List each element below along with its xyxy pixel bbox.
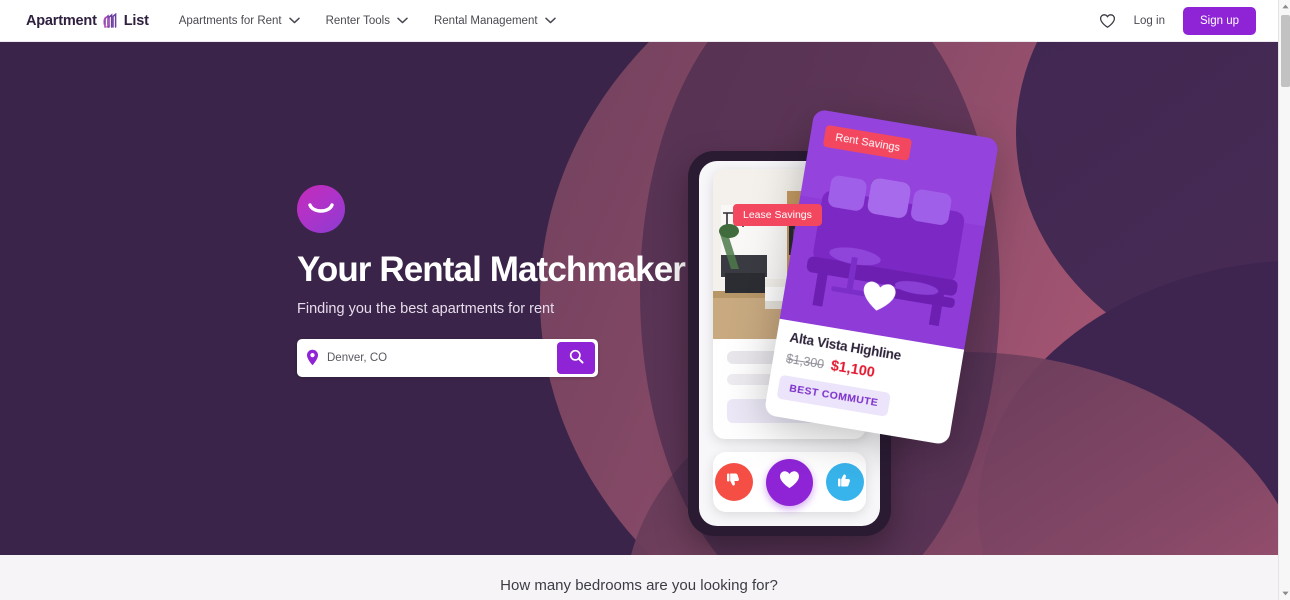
brand-name-first: Apartment	[26, 12, 97, 29]
location-search-bar[interactable]	[297, 338, 598, 377]
thumbs-up-icon	[837, 472, 853, 493]
page-scrollbar[interactable]	[1278, 0, 1290, 600]
hero-copy-block: Your Rental Matchmaker Finding you the b…	[297, 185, 717, 377]
apartment-list-logo-icon	[102, 12, 119, 29]
listing-price-original: $1,300	[785, 351, 826, 372]
chevron-down-icon	[288, 15, 300, 27]
search-icon	[569, 349, 584, 367]
smile-arc	[308, 202, 334, 220]
smiley-face-avatar-icon	[297, 185, 345, 233]
nav-right-actions: Log in Sign up	[1099, 6, 1256, 35]
search-submit-button[interactable]	[557, 341, 595, 374]
lease-savings-badge: Lease Savings	[733, 204, 822, 226]
chevron-down-icon	[397, 15, 408, 27]
brand-name-second: List	[123, 12, 149, 29]
hero-section: Your Rental Matchmaker Finding you the b…	[0, 42, 1278, 555]
brand-logo[interactable]: Apartment List	[26, 12, 149, 29]
top-navigation-bar: Apartment List Apartments for Rent Rente…	[0, 0, 1278, 42]
page-title: Your Rental Matchmaker	[297, 250, 686, 289]
phone-mockup: Lease Savings Rent Savings Alta Vista Hi…	[688, 106, 1000, 536]
hero-subheading: Finding you the best apartments for rent	[297, 300, 555, 317]
bedrooms-question-text: How many bedrooms are you looking for?	[500, 577, 778, 594]
heart-filled-icon	[779, 470, 800, 494]
login-link[interactable]: Log in	[1134, 15, 1165, 27]
scroll-up-arrow-icon[interactable]	[1279, 0, 1290, 13]
nav-item-label: Apartments for Rent	[178, 14, 282, 27]
signup-button[interactable]: Sign up	[1182, 6, 1256, 35]
scroll-down-arrow-icon[interactable]	[1279, 587, 1290, 600]
like-button[interactable]	[826, 463, 864, 501]
scrollbar-thumb[interactable]	[1281, 15, 1290, 87]
bedrooms-question-section: How many bedrooms are you looking for?	[0, 555, 1278, 600]
heart-outline-icon[interactable]	[1099, 13, 1116, 29]
heart-filled-icon[interactable]	[858, 278, 897, 319]
location-pin-icon	[306, 349, 319, 366]
chevron-down-icon	[544, 15, 556, 27]
swipe-action-bar	[713, 452, 866, 512]
nav-item-rental-management[interactable]: Rental Management	[434, 15, 556, 27]
thumbs-down-icon	[726, 472, 742, 493]
nav-item-renter-tools[interactable]: Renter Tools	[326, 15, 408, 27]
nav-item-label: Renter Tools	[325, 14, 390, 27]
best-commute-tag: BEST COMMUTE	[776, 374, 891, 417]
listing-price-current: $1,100	[829, 357, 876, 382]
love-button[interactable]	[766, 458, 813, 506]
nav-item-label: Rental Management	[433, 14, 538, 27]
dislike-button[interactable]	[715, 463, 753, 501]
page-root: Apartment List Apartments for Rent Rente…	[0, 0, 1290, 600]
primary-nav-links: Apartments for Rent Renter Tools Rental …	[179, 15, 556, 27]
nav-item-apartments-for-rent[interactable]: Apartments for Rent	[179, 15, 300, 27]
